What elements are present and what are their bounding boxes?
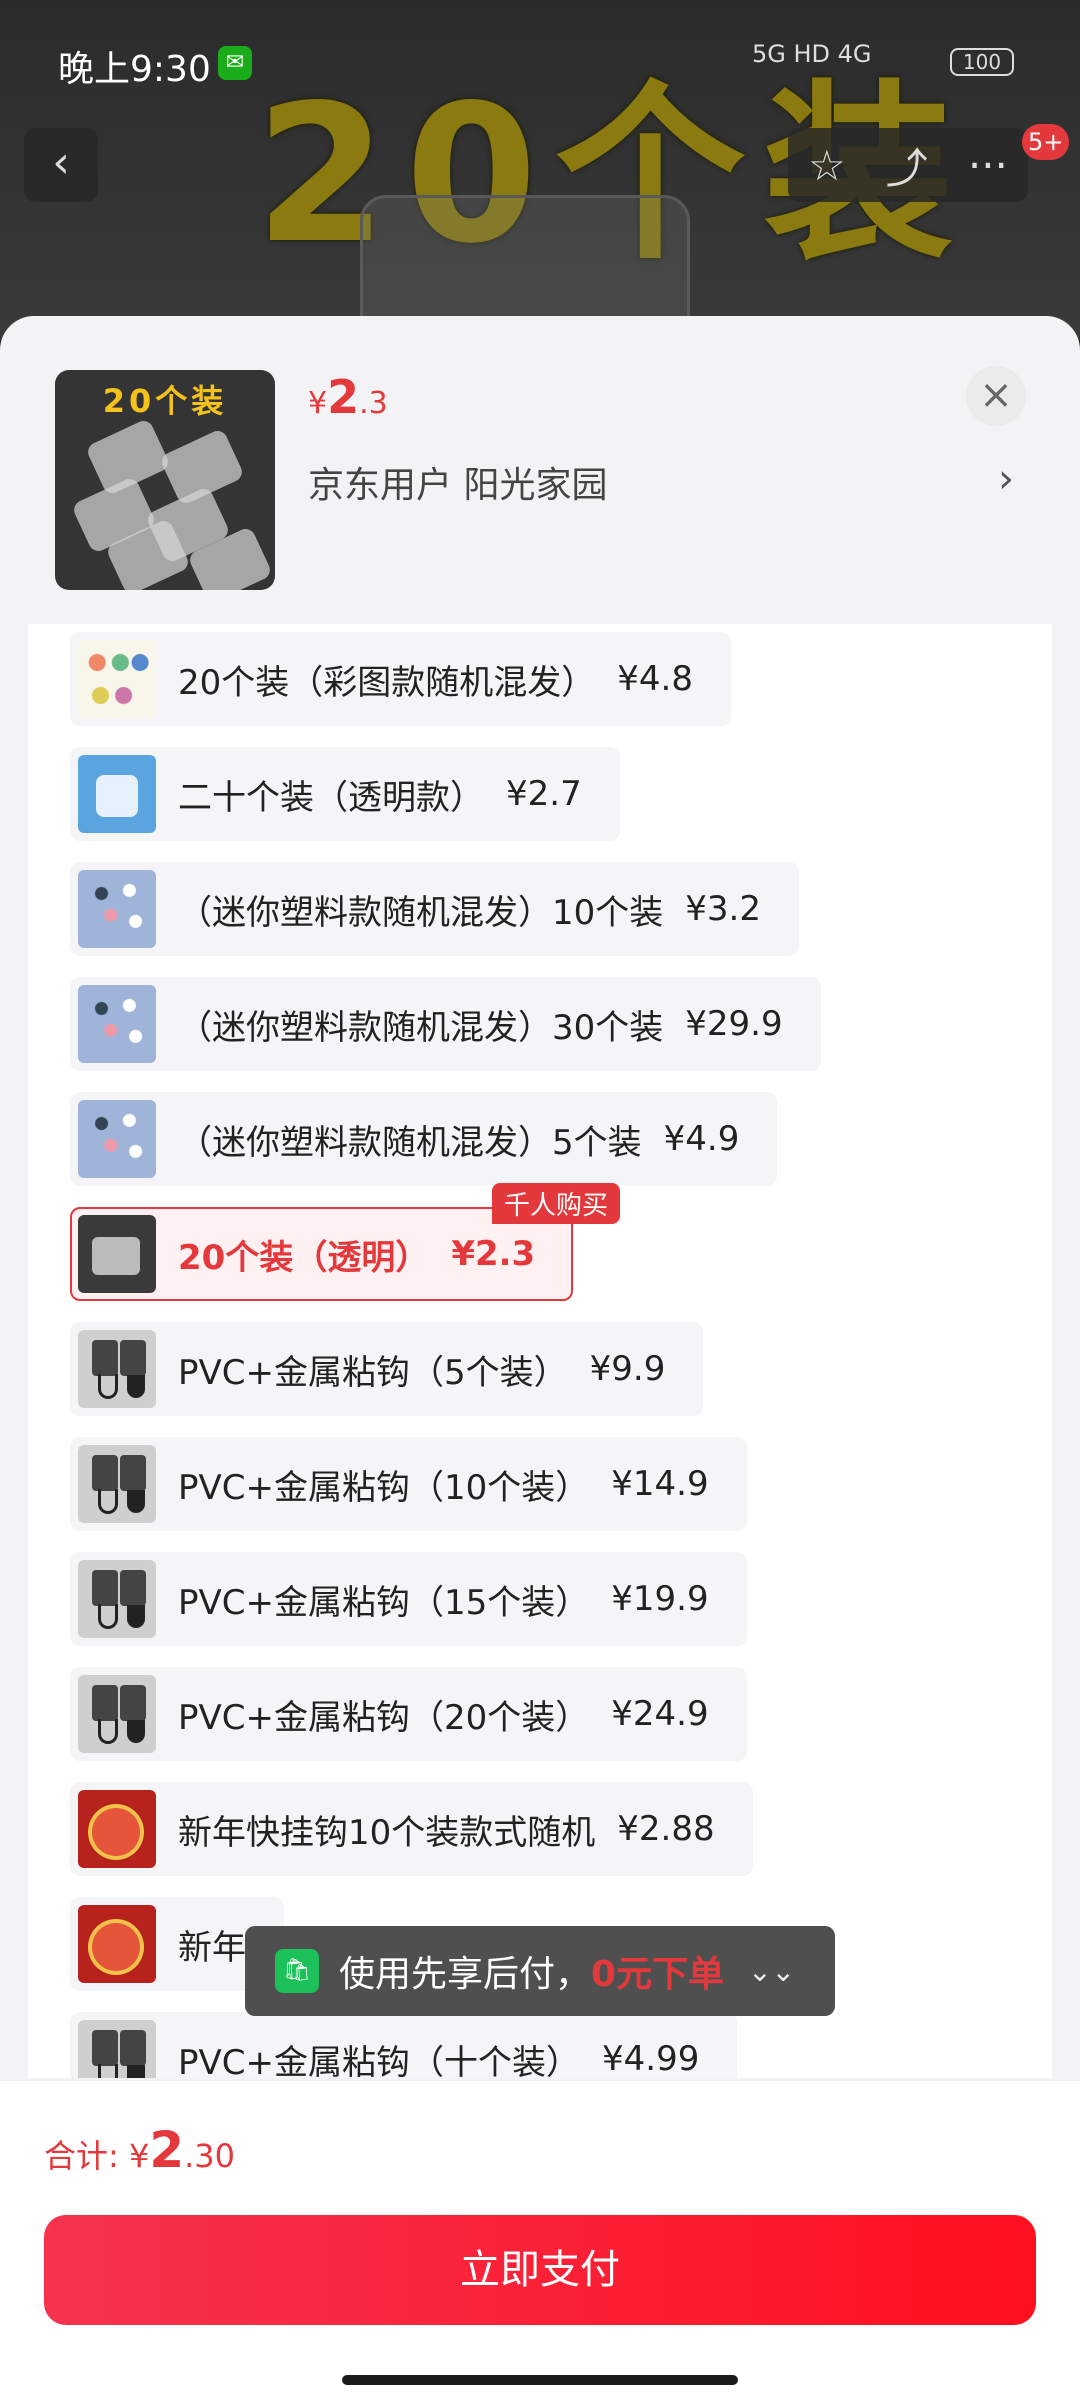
- option-price: ¥2.88: [617, 1809, 715, 1849]
- pay-later-toast[interactable]: 🛍 使用先享后付， 0元下单 ⌄⌄: [245, 1926, 835, 2016]
- sku-option[interactable]: PVC+金属粘钩（5个装） ¥9.9: [70, 1322, 704, 1416]
- option-label: 20个装（透明）: [178, 1237, 430, 1278]
- option-label: PVC+金属粘钩（20个装）: [178, 1697, 590, 1738]
- sku-option[interactable]: PVC+金属粘钩（十个装） ¥4.99: [70, 2012, 738, 2079]
- total-label: 合计:: [44, 2137, 129, 2175]
- option-price: ¥2.3: [451, 1234, 536, 1274]
- sku-option-selected[interactable]: 20个装（透明） ¥2.3 千人购买: [70, 1183, 621, 1301]
- option-thumbnail: [78, 2020, 156, 2078]
- more-icon[interactable]: ···: [968, 141, 1008, 190]
- status-bar: 晚上9:30 ✉ 5G HD 4G 100: [0, 0, 1080, 120]
- total-currency: ¥: [128, 2137, 150, 2175]
- option-price: ¥9.9: [589, 1349, 666, 1389]
- option-label: 20个装（彩图款随机混发）: [178, 662, 596, 703]
- option-thumbnail: [78, 755, 156, 833]
- chevron-down-icon[interactable]: ⌄⌄: [748, 1955, 795, 1988]
- top-action-group: ☆ ⤴ ···: [788, 128, 1028, 202]
- wechat-icon: ✉: [218, 46, 252, 80]
- price-decimal: .3: [359, 386, 388, 421]
- status-time: 晚上9:30: [58, 49, 211, 90]
- option-thumbnail: [78, 870, 156, 948]
- option-price: ¥4.99: [602, 2039, 700, 2078]
- option-label: 二十个装（透明款）: [178, 777, 484, 818]
- option-label: 新年: [178, 1927, 246, 1968]
- option-price: ¥29.9: [685, 1004, 783, 1044]
- sku-option[interactable]: （迷你塑料款随机混发）5个装 ¥4.9: [70, 1092, 778, 1186]
- home-indicator[interactable]: [342, 2375, 738, 2385]
- sku-option[interactable]: PVC+金属粘钩（20个装） ¥24.9: [70, 1667, 747, 1761]
- favorite-star-icon[interactable]: ☆: [808, 141, 846, 190]
- shopping-bag-icon: 🛍: [275, 1949, 319, 1993]
- option-label: （迷你塑料款随机混发）10个装: [178, 892, 664, 933]
- battery-icon: 100: [950, 48, 1014, 76]
- address-arrow-icon[interactable]: ›: [998, 456, 1014, 502]
- option-label: PVC+金属粘钩（10个装）: [178, 1467, 590, 1508]
- option-price: ¥2.7: [506, 774, 582, 814]
- close-button[interactable]: ×: [966, 366, 1026, 426]
- option-price: ¥4.8: [617, 659, 693, 699]
- toast-highlight: 0元下单: [591, 1954, 725, 1995]
- option-thumbnail: [78, 1560, 156, 1638]
- option-thumbnail: [78, 1675, 156, 1753]
- option-thumbnail: [78, 1445, 156, 1523]
- option-label: PVC+金属粘钩（5个装）: [178, 1352, 568, 1393]
- option-price: ¥4.9: [663, 1119, 740, 1159]
- sku-option[interactable]: PVC+金属粘钩（15个装） ¥19.9: [70, 1552, 747, 1646]
- network-indicators: 5G HD 4G: [752, 40, 872, 68]
- option-thumbnail: [78, 1790, 156, 1868]
- sku-option[interactable]: PVC+金属粘钩（10个装） ¥14.9: [70, 1437, 747, 1531]
- sku-option[interactable]: 二十个装（透明款） ¥2.7: [70, 747, 620, 841]
- pay-now-button[interactable]: 立即支付: [44, 2215, 1036, 2325]
- toast-text: 使用先享后付，: [339, 1954, 592, 1995]
- share-icon[interactable]: ⤴: [886, 135, 928, 196]
- option-price: ¥14.9: [611, 1464, 709, 1504]
- price-currency: ¥: [308, 386, 328, 421]
- option-thumbnail: [78, 1905, 156, 1983]
- thumbnail-title: 20个装: [102, 382, 228, 420]
- sku-option[interactable]: （迷你塑料款随机混发）10个装 ¥3.2: [70, 862, 799, 956]
- option-label: （迷你塑料款随机混发）30个装: [178, 1007, 664, 1048]
- option-label: PVC+金属粘钩（15个装）: [178, 1582, 590, 1623]
- price-integer: 2: [327, 370, 360, 424]
- option-price: ¥19.9: [611, 1579, 709, 1619]
- back-button[interactable]: ‹: [24, 128, 98, 202]
- total-integer: 2: [149, 2121, 185, 2179]
- total-decimal: .30: [184, 2137, 236, 2175]
- popular-tag: 千人购买: [492, 1183, 621, 1224]
- option-price: ¥3.2: [685, 889, 761, 929]
- option-thumbnail: [78, 985, 156, 1063]
- option-thumbnail: [78, 1100, 156, 1178]
- selected-price: ¥2.3: [308, 370, 388, 424]
- product-thumbnail[interactable]: 20个装: [55, 370, 275, 590]
- sku-option-list[interactable]: 20个装（彩图款随机混发） ¥4.8 二十个装（透明款） ¥2.7 （迷你塑料款随机混发…: [28, 624, 1052, 2078]
- option-thumbnail: [78, 1330, 156, 1408]
- option-label: 新年快挂钩10个装款式随机: [178, 1812, 596, 1853]
- message-badge: 5+: [1022, 124, 1070, 160]
- sku-option[interactable]: 20个装（彩图款随机混发） ¥4.8: [70, 632, 731, 726]
- delivery-address[interactable]: 京东用户 阳光家园: [308, 456, 607, 508]
- option-label: PVC+金属粘钩（十个装）: [178, 2042, 580, 2079]
- option-label: （迷你塑料款随机混发）5个装: [178, 1122, 642, 1163]
- option-thumbnail: [78, 1215, 156, 1293]
- option-price: ¥24.9: [611, 1694, 709, 1734]
- order-total: 合计: ¥2.30: [44, 2121, 235, 2179]
- sku-option[interactable]: 新年快挂钩10个装款式随机 ¥2.88: [70, 1782, 753, 1876]
- sku-option[interactable]: （迷你塑料款随机混发）30个装 ¥29.9: [70, 977, 821, 1071]
- checkout-footer: 合计: ¥2.30 立即支付: [0, 2080, 1080, 2400]
- option-thumbnail: [78, 640, 156, 718]
